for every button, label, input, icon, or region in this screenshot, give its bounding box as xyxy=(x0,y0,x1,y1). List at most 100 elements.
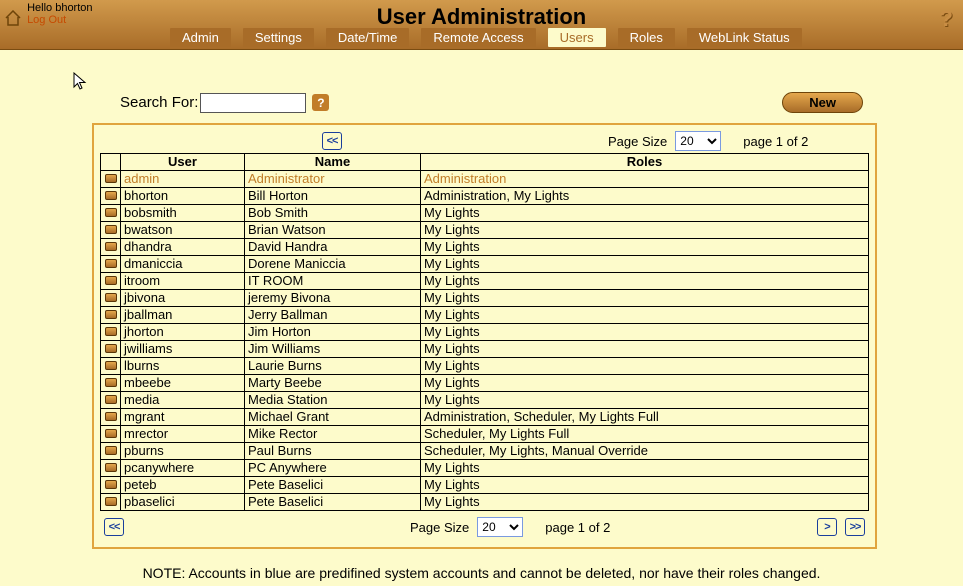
cell-roles[interactable]: My Lights xyxy=(421,392,869,409)
cell-name[interactable]: IT ROOM xyxy=(245,273,421,290)
cell-roles[interactable]: My Lights xyxy=(421,324,869,341)
row-icon-cell[interactable] xyxy=(101,375,121,392)
cell-name[interactable]: Dorene Maniccia xyxy=(245,256,421,273)
cell-roles[interactable]: My Lights xyxy=(421,341,869,358)
tab-weblink-status[interactable]: WebLink Status xyxy=(687,28,802,47)
cell-name[interactable]: Mike Rector xyxy=(245,426,421,443)
cell-roles[interactable]: My Lights xyxy=(421,290,869,307)
cell-roles[interactable]: My Lights xyxy=(421,460,869,477)
cell-user[interactable]: mgrant xyxy=(121,409,245,426)
cell-name[interactable]: Pete Baselici xyxy=(245,494,421,511)
row-icon-cell[interactable] xyxy=(101,392,121,409)
cell-roles[interactable]: My Lights xyxy=(421,307,869,324)
table-row[interactable]: mrectorMike RectorScheduler, My Lights F… xyxy=(101,426,869,443)
row-icon-cell[interactable] xyxy=(101,273,121,290)
cell-name[interactable]: David Handra xyxy=(245,239,421,256)
table-row[interactable]: pbaseliciPete BaseliciMy Lights xyxy=(101,494,869,511)
table-row[interactable]: pburnsPaul BurnsScheduler, My Lights, Ma… xyxy=(101,443,869,460)
cell-name[interactable]: Brian Watson xyxy=(245,222,421,239)
table-row[interactable]: bhortonBill HortonAdministration, My Lig… xyxy=(101,188,869,205)
cell-roles[interactable]: My Lights xyxy=(421,375,869,392)
cell-user[interactable]: dmaniccia xyxy=(121,256,245,273)
help-icon[interactable]: ? xyxy=(940,6,953,32)
table-row[interactable]: mgrantMichael GrantAdministration, Sched… xyxy=(101,409,869,426)
tab-roles[interactable]: Roles xyxy=(618,28,675,47)
cell-name[interactable]: Media Station xyxy=(245,392,421,409)
cell-roles[interactable]: Scheduler, My Lights, Manual Override xyxy=(421,443,869,460)
row-icon-cell[interactable] xyxy=(101,324,121,341)
table-row[interactable]: dmanicciaDorene ManicciaMy Lights xyxy=(101,256,869,273)
cell-user[interactable]: lburns xyxy=(121,358,245,375)
search-help-icon[interactable]: ? xyxy=(312,94,329,111)
cell-user[interactable]: pcanywhere xyxy=(121,460,245,477)
table-row[interactable]: mbeebeMarty BeebeMy Lights xyxy=(101,375,869,392)
cell-name[interactable]: Marty Beebe xyxy=(245,375,421,392)
table-row[interactable]: itroomIT ROOMMy Lights xyxy=(101,273,869,290)
row-icon-cell[interactable] xyxy=(101,426,121,443)
cell-roles[interactable]: My Lights xyxy=(421,256,869,273)
cell-name[interactable]: Paul Burns xyxy=(245,443,421,460)
cell-name[interactable]: PC Anywhere xyxy=(245,460,421,477)
row-icon-cell[interactable] xyxy=(101,443,121,460)
cell-name[interactable]: Laurie Burns xyxy=(245,358,421,375)
table-row[interactable]: jbivonajeremy BivonaMy Lights xyxy=(101,290,869,307)
cell-user[interactable]: jballman xyxy=(121,307,245,324)
row-icon-cell[interactable] xyxy=(101,171,121,188)
row-icon-cell[interactable] xyxy=(101,290,121,307)
row-icon-cell[interactable] xyxy=(101,358,121,375)
cell-roles[interactable]: Administration, My Lights xyxy=(421,188,869,205)
cell-name[interactable]: jeremy Bivona xyxy=(245,290,421,307)
cell-user[interactable]: admin xyxy=(121,171,245,188)
table-row[interactable]: jballmanJerry BallmanMy Lights xyxy=(101,307,869,324)
cell-user[interactable]: pburns xyxy=(121,443,245,460)
search-input[interactable] xyxy=(200,93,306,113)
cell-user[interactable]: itroom xyxy=(121,273,245,290)
pager-first-button[interactable]: << xyxy=(322,132,342,150)
table-row[interactable]: jhortonJim HortonMy Lights xyxy=(101,324,869,341)
row-icon-cell[interactable] xyxy=(101,494,121,511)
cell-user[interactable]: mbeebe xyxy=(121,375,245,392)
cell-roles[interactable]: My Lights xyxy=(421,273,869,290)
logout-link[interactable]: Log Out xyxy=(27,14,66,26)
row-icon-cell[interactable] xyxy=(101,222,121,239)
table-row[interactable]: bobsmithBob SmithMy Lights xyxy=(101,205,869,222)
row-icon-cell[interactable] xyxy=(101,307,121,324)
table-row[interactable]: jwilliamsJim WilliamsMy Lights xyxy=(101,341,869,358)
cell-name[interactable]: Jim Williams xyxy=(245,341,421,358)
cell-name[interactable]: Jim Horton xyxy=(245,324,421,341)
table-row[interactable]: dhandraDavid HandraMy Lights xyxy=(101,239,869,256)
cell-name[interactable]: Pete Baselici xyxy=(245,477,421,494)
col-user[interactable]: User xyxy=(121,154,245,171)
cell-roles[interactable]: My Lights xyxy=(421,477,869,494)
table-row[interactable]: pcanywherePC AnywhereMy Lights xyxy=(101,460,869,477)
table-row[interactable]: mediaMedia StationMy Lights xyxy=(101,392,869,409)
col-roles[interactable]: Roles xyxy=(421,154,869,171)
cell-user[interactable]: bhorton xyxy=(121,188,245,205)
cell-roles[interactable]: My Lights xyxy=(421,358,869,375)
row-icon-cell[interactable] xyxy=(101,460,121,477)
cell-roles[interactable]: My Lights xyxy=(421,239,869,256)
cell-user[interactable]: jhorton xyxy=(121,324,245,341)
cell-roles[interactable]: Administration xyxy=(421,171,869,188)
tab-remote-access[interactable]: Remote Access xyxy=(421,28,535,47)
cell-user[interactable]: jwilliams xyxy=(121,341,245,358)
table-row[interactable]: petebPete BaseliciMy Lights xyxy=(101,477,869,494)
cell-name[interactable]: Administrator xyxy=(245,171,421,188)
row-icon-cell[interactable] xyxy=(101,477,121,494)
cell-user[interactable]: mrector xyxy=(121,426,245,443)
new-button[interactable]: New xyxy=(782,92,863,113)
row-icon-cell[interactable] xyxy=(101,205,121,222)
pager-next-button[interactable]: > xyxy=(817,518,837,536)
row-icon-cell[interactable] xyxy=(101,188,121,205)
cell-user[interactable]: peteb xyxy=(121,477,245,494)
cell-name[interactable]: Michael Grant xyxy=(245,409,421,426)
cell-user[interactable]: pbaselici xyxy=(121,494,245,511)
cell-roles[interactable]: My Lights xyxy=(421,205,869,222)
page-size-select[interactable]: 20 xyxy=(477,517,523,537)
pager-first-button[interactable]: << xyxy=(104,518,124,536)
cell-name[interactable]: Bill Horton xyxy=(245,188,421,205)
row-icon-cell[interactable] xyxy=(101,341,121,358)
cell-roles[interactable]: Administration, Scheduler, My Lights Ful… xyxy=(421,409,869,426)
table-row[interactable]: adminAdministratorAdministration xyxy=(101,171,869,188)
col-name[interactable]: Name xyxy=(245,154,421,171)
